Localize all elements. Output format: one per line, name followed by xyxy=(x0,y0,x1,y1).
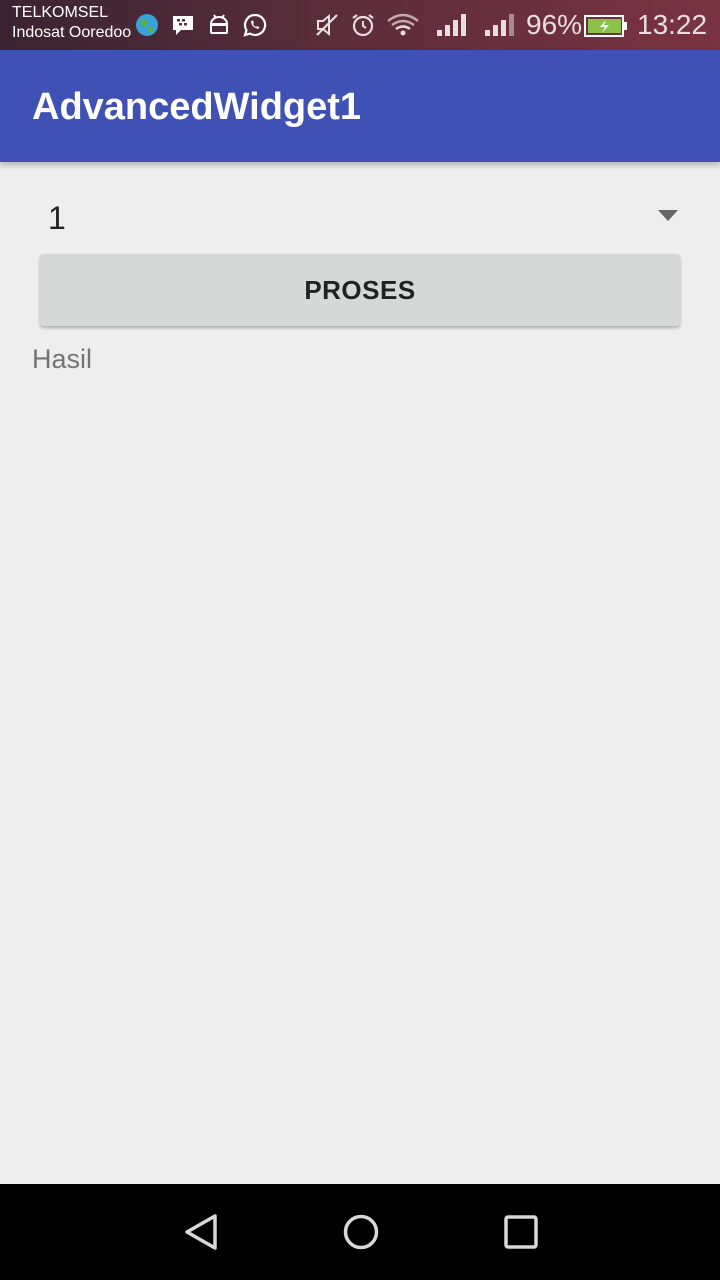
spinner-selected-value: 1 xyxy=(48,200,66,236)
android-icon xyxy=(209,14,229,34)
recents-icon[interactable] xyxy=(501,1212,541,1252)
battery-charging-icon xyxy=(584,15,627,37)
carrier-names: TELKOMSEL Indosat Ooredoo xyxy=(12,3,131,43)
mute-icon xyxy=(316,13,338,37)
alarm-icon xyxy=(352,14,374,37)
app-bar: AdvancedWidget1 xyxy=(0,50,720,162)
dropdown-arrow-icon xyxy=(658,210,678,221)
bbm-icon xyxy=(173,16,193,35)
status-bar: TELKOMSEL Indosat Ooredoo 96% 13:22 xyxy=(0,0,720,50)
carrier-2: Indosat Ooredoo xyxy=(12,24,132,41)
globe-icon xyxy=(136,14,158,36)
clock: 13:22 xyxy=(637,9,708,40)
signal-icon xyxy=(437,14,466,36)
navigation-bar xyxy=(0,1184,720,1280)
result-label: Hasil xyxy=(32,344,93,374)
app-title: AdvancedWidget1 xyxy=(32,86,362,128)
proses-button[interactable]: PROSES xyxy=(40,254,680,326)
home-icon[interactable] xyxy=(341,1212,381,1252)
back-icon[interactable] xyxy=(181,1212,221,1252)
signal-icon xyxy=(485,14,514,36)
number-spinner[interactable]: 1 xyxy=(32,190,688,248)
carrier-1: TELKOMSEL xyxy=(12,4,109,21)
screen: TELKOMSEL Indosat Ooredoo 96% 13:22 Adva… xyxy=(0,0,720,1280)
wifi-icon xyxy=(387,13,419,36)
whatsapp-icon xyxy=(243,13,267,37)
battery-percent: 96% xyxy=(526,9,583,40)
